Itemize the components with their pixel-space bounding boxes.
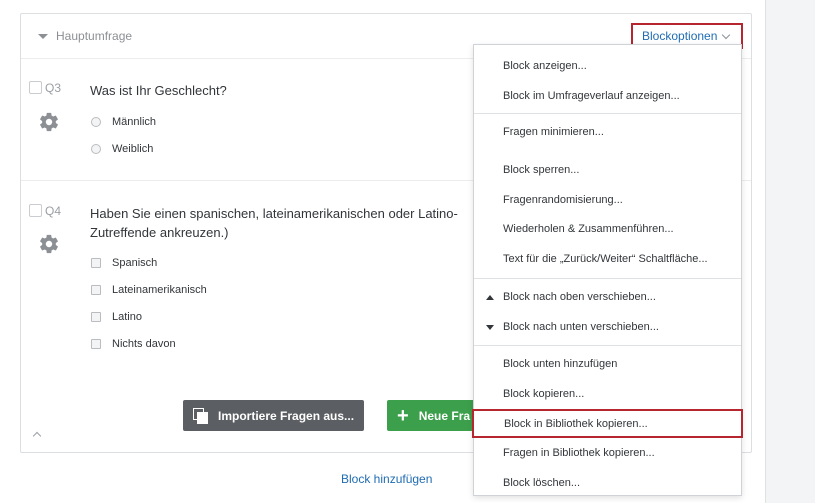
block-title[interactable]: Hauptumfrage	[56, 29, 132, 43]
menu-item-move-up[interactable]: Block nach oben verschieben...	[474, 283, 741, 311]
menu-item-label: Block nach unten verschieben...	[503, 321, 659, 333]
question-text-line1[interactable]: Haben Sie einen spanischen, lateinamerik…	[90, 204, 458, 223]
collapse-caret-icon[interactable]	[38, 34, 48, 39]
question-id: Q4	[45, 204, 62, 218]
choice-label: Männlich	[112, 116, 157, 128]
menu-item-delete-block[interactable]: Block löschen...	[474, 469, 741, 497]
chevron-up-icon[interactable]	[32, 431, 42, 441]
menu-item-copy-questions-to-library[interactable]: Fragen in Bibliothek kopieren...	[474, 439, 741, 467]
menu-divider	[474, 113, 741, 114]
menu-item-minimize-questions[interactable]: Fragen minimieren...	[474, 118, 741, 146]
block-options-menu: Block anzeigen... Block im Umfrageverlau…	[472, 44, 743, 497]
chevron-down-icon	[722, 30, 731, 39]
plus-icon: +	[397, 404, 409, 427]
choice-option[interactable]: Lateinamerikanisch	[91, 284, 207, 296]
choice-option[interactable]: Nichts davon	[91, 338, 176, 350]
right-gutter	[765, 0, 815, 503]
question-select-checkbox[interactable]	[29, 204, 42, 217]
triangle-up-icon	[486, 294, 494, 300]
menu-divider	[474, 278, 741, 279]
import-button-label: Importiere Fragen aus...	[218, 408, 355, 423]
menu-item-copy-block-to-library[interactable]: Block in Bibliothek kopieren...	[472, 409, 743, 438]
new-question-label: Neue Fra	[418, 408, 471, 423]
choice-option[interactable]: Männlich	[91, 116, 156, 128]
checkbox[interactable]	[91, 339, 101, 349]
menu-item-move-down[interactable]: Block nach unten verschieben...	[474, 313, 741, 341]
choice-label: Lateinamerikanisch	[112, 284, 207, 296]
choice-label: Nichts davon	[112, 338, 176, 350]
menu-item-copy-block[interactable]: Block kopieren...	[474, 380, 741, 408]
choice-label: Weiblich	[112, 143, 154, 155]
choice-option[interactable]: Spanisch	[91, 257, 157, 269]
import-questions-button[interactable]: Importiere Fragen aus...	[183, 400, 364, 431]
radio-button[interactable]	[91, 144, 101, 154]
menu-divider	[474, 345, 741, 346]
triangle-down-icon	[486, 324, 494, 330]
menu-item-show-block-in-flow[interactable]: Block im Umfrageverlauf anzeigen...	[474, 82, 741, 110]
checkbox[interactable]	[91, 312, 101, 322]
new-question-button[interactable]: + Neue Fra	[387, 400, 473, 431]
checkbox[interactable]	[91, 285, 101, 295]
choice-label: Latino	[112, 311, 142, 323]
gear-icon[interactable]	[38, 111, 60, 133]
question-text-line2[interactable]: Zutreffende ankreuzen.)	[90, 223, 229, 242]
choice-option[interactable]: Latino	[91, 311, 142, 323]
menu-item-lock-block[interactable]: Block sperren...	[474, 156, 741, 184]
question-select-checkbox[interactable]	[29, 81, 42, 94]
question-text[interactable]: Was ist Ihr Geschlecht?	[90, 81, 227, 100]
copy-icon	[193, 407, 209, 424]
add-block-link[interactable]: Block hinzufügen	[341, 472, 432, 486]
menu-item-show-block[interactable]: Block anzeigen...	[474, 52, 741, 80]
menu-item-label: Block nach oben verschieben...	[503, 291, 656, 303]
menu-item-add-block-below[interactable]: Block unten hinzufügen	[474, 350, 741, 378]
menu-item-loop-and-merge[interactable]: Wiederholen & Zusammenführen...	[474, 215, 741, 243]
choice-option[interactable]: Weiblich	[91, 143, 153, 155]
checkbox[interactable]	[91, 258, 101, 268]
gear-icon[interactable]	[38, 233, 60, 255]
menu-item-question-randomization[interactable]: Fragenrandomisierung...	[474, 186, 741, 214]
block-options-label: Blockoptionen	[642, 29, 718, 43]
choice-label: Spanisch	[112, 257, 158, 269]
question-id: Q3	[45, 81, 62, 95]
menu-item-next-back-text[interactable]: Text für die „Zurück/Weiter“ Schaltfläch…	[474, 245, 741, 273]
radio-button[interactable]	[91, 117, 101, 127]
